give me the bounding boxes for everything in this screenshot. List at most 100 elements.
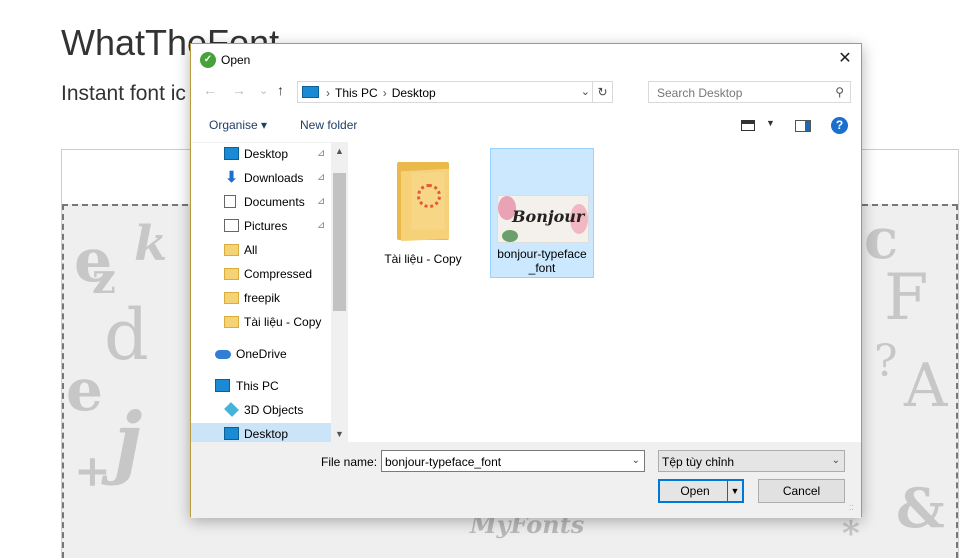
- command-bar: Organise ▾ New folder ▼ ?: [191, 112, 861, 140]
- sidebar-item-all[interactable]: All: [191, 239, 331, 261]
- thumbnail-text: Bonjour: [512, 207, 585, 226]
- refresh-icon[interactable]: ↻: [592, 82, 612, 102]
- navigation-bar: ← → ⌄ ↑ › This PC › Desktop ⌄ ↻ Search Desk…: [191, 78, 861, 106]
- sidebar-item-label: This PC: [236, 379, 279, 393]
- chevron-down-icon[interactable]: ⌄: [581, 85, 590, 98]
- scroll-up-icon[interactable]: ▲: [331, 143, 348, 160]
- breadcrumb: › This PC › Desktop: [326, 86, 436, 100]
- file-name-field[interactable]: bonjour-typeface_font ⌄: [381, 450, 645, 472]
- chevron-down-icon: ⌄: [831, 455, 840, 466]
- address-bar[interactable]: › This PC › Desktop ⌄ ↻: [297, 81, 613, 103]
- sidebar-item-label: Desktop: [244, 427, 289, 441]
- bg-letter: ?: [874, 336, 898, 387]
- pictures-icon: [224, 219, 239, 232]
- bg-letter: *: [842, 514, 860, 554]
- onedrive-icon: [215, 350, 231, 359]
- this-pc-icon: [215, 379, 230, 392]
- folder-icon: [397, 158, 449, 242]
- desktop-icon: [224, 427, 239, 440]
- view-options-dropdown[interactable]: ▼: [766, 118, 775, 128]
- file-name: bonjour-typeface_font: [497, 247, 587, 275]
- documents-icon: [224, 195, 236, 208]
- folder-icon: [224, 316, 239, 328]
- search-input[interactable]: Search Desktop ⚲: [648, 81, 851, 103]
- dialog-titlebar[interactable]: ✓ Open ✕: [191, 44, 861, 76]
- open-file-dialog: ✓ Open ✕ ← → ⌄ ↑ › This PC › Desktop ⌄ ↻ Se…: [190, 43, 862, 518]
- forward-icon[interactable]: →: [232, 82, 246, 98]
- site-subtitle: Instant font ic: [61, 82, 186, 105]
- this-pc-icon: [302, 86, 319, 98]
- desktop-icon: [224, 147, 239, 160]
- downloads-icon: ⬇: [225, 169, 238, 186]
- sidebar-item-desktop[interactable]: Desktop ⊿: [191, 143, 331, 165]
- sidebar-item-documents[interactable]: Documents ⊿: [191, 191, 331, 213]
- sidebar-item-this-pc[interactable]: This PC: [191, 375, 331, 397]
- search-placeholder: Search Desktop: [657, 86, 743, 100]
- sidebar-item-3d-objects[interactable]: 3D Objects: [191, 399, 331, 421]
- change-view-icon[interactable]: [741, 120, 755, 131]
- open-options-icon[interactable]: ▼: [727, 481, 742, 501]
- back-icon[interactable]: ←: [203, 82, 217, 98]
- sidebar-item-label: 3D Objects: [244, 403, 304, 417]
- image-thumbnail: Bonjour: [497, 195, 589, 243]
- breadcrumb-desktop[interactable]: Desktop: [392, 86, 436, 100]
- sidebar-item-downloads[interactable]: ⬇ Downloads ⊿: [191, 167, 331, 189]
- search-icon: ⚲: [835, 85, 844, 99]
- folder-icon: [224, 244, 239, 256]
- breadcrumb-this-pc[interactable]: This PC: [335, 86, 378, 100]
- sidebar-item-label: OneDrive: [236, 347, 287, 361]
- bg-letter: A: [904, 351, 948, 421]
- scroll-thumb[interactable]: [333, 173, 346, 311]
- sidebar-item-label: Pictures: [244, 219, 288, 233]
- file-name-value: bonjour-typeface_font: [385, 455, 502, 469]
- open-button[interactable]: Open ▼: [658, 479, 744, 503]
- file-type-value: Tệp tùy chỉnh: [662, 455, 735, 469]
- sidebar-item-label: Downloads: [244, 171, 304, 185]
- chevron-down-icon[interactable]: ⌄: [632, 455, 640, 466]
- resize-grip-icon[interactable]: ⁚⁚: [849, 505, 859, 516]
- pin-icon: ⊿: [317, 172, 326, 183]
- sidebar-item-freepik[interactable]: freepik: [191, 287, 331, 309]
- pin-icon: ⊿: [317, 196, 326, 207]
- sidebar-item-pictures[interactable]: Pictures ⊿: [191, 215, 331, 237]
- open-button-label: Open: [680, 484, 710, 498]
- pin-icon: ⊿: [317, 148, 326, 159]
- new-folder-button[interactable]: New folder: [300, 118, 357, 132]
- sidebar-item-label: Documents: [244, 195, 305, 209]
- breadcrumb-separator: ›: [382, 86, 387, 100]
- bg-letter: e: [66, 356, 103, 424]
- file-item-folder[interactable]: Tài liệu - Copy: [371, 148, 475, 278]
- close-button[interactable]: ✕: [829, 44, 861, 74]
- bg-letter: k: [134, 216, 168, 272]
- sidebar-item-label: Tài liệu - Copy: [244, 315, 322, 329]
- navigation-pane: Desktop ⊿ ⬇ Downloads ⊿ Documents ⊿ Pict…: [191, 142, 348, 445]
- sidebar-item-label: Desktop: [244, 147, 289, 161]
- sidebar-item-label: All: [244, 243, 258, 257]
- organise-menu[interactable]: Organise ▾: [209, 118, 267, 132]
- dialog-title: Open: [221, 53, 251, 67]
- breadcrumb-separator: ›: [326, 86, 330, 100]
- cancel-button[interactable]: Cancel: [758, 479, 845, 503]
- help-icon[interactable]: ?: [831, 117, 848, 134]
- up-icon[interactable]: ↑: [277, 82, 284, 98]
- folder-icon: [224, 292, 239, 304]
- file-item-image[interactable]: Bonjour bonjour-typeface_font: [490, 148, 594, 278]
- scroll-down-icon[interactable]: ▼: [331, 426, 348, 443]
- bg-letter: F: [884, 261, 929, 335]
- sidebar-item-label: freepik: [244, 291, 281, 305]
- file-list: Tài liệu - Copy Bonjour bonjour-typeface…: [349, 142, 861, 442]
- sidebar-item-label: Compressed: [244, 267, 313, 281]
- web-page: WhatTheFont Instant font ic e k z d e j …: [0, 0, 967, 558]
- recent-locations-icon[interactable]: ⌄: [259, 84, 268, 97]
- nav-scrollbar[interactable]: ▲ ▼: [331, 143, 348, 443]
- bg-letter: j: [114, 396, 143, 487]
- sidebar-item-onedrive[interactable]: OneDrive: [191, 343, 331, 365]
- sidebar-item-tai-lieu-copy[interactable]: Tài liệu - Copy: [191, 311, 331, 333]
- bg-letter: &: [896, 476, 945, 540]
- file-name: Tài liệu - Copy: [384, 252, 462, 266]
- file-type-select[interactable]: Tệp tùy chỉnh ⌄: [658, 450, 845, 472]
- preview-pane-icon[interactable]: [795, 120, 811, 132]
- 3d-objects-icon: [224, 402, 239, 417]
- app-icon: ✓: [200, 52, 216, 68]
- sidebar-item-compressed[interactable]: Compressed: [191, 263, 331, 285]
